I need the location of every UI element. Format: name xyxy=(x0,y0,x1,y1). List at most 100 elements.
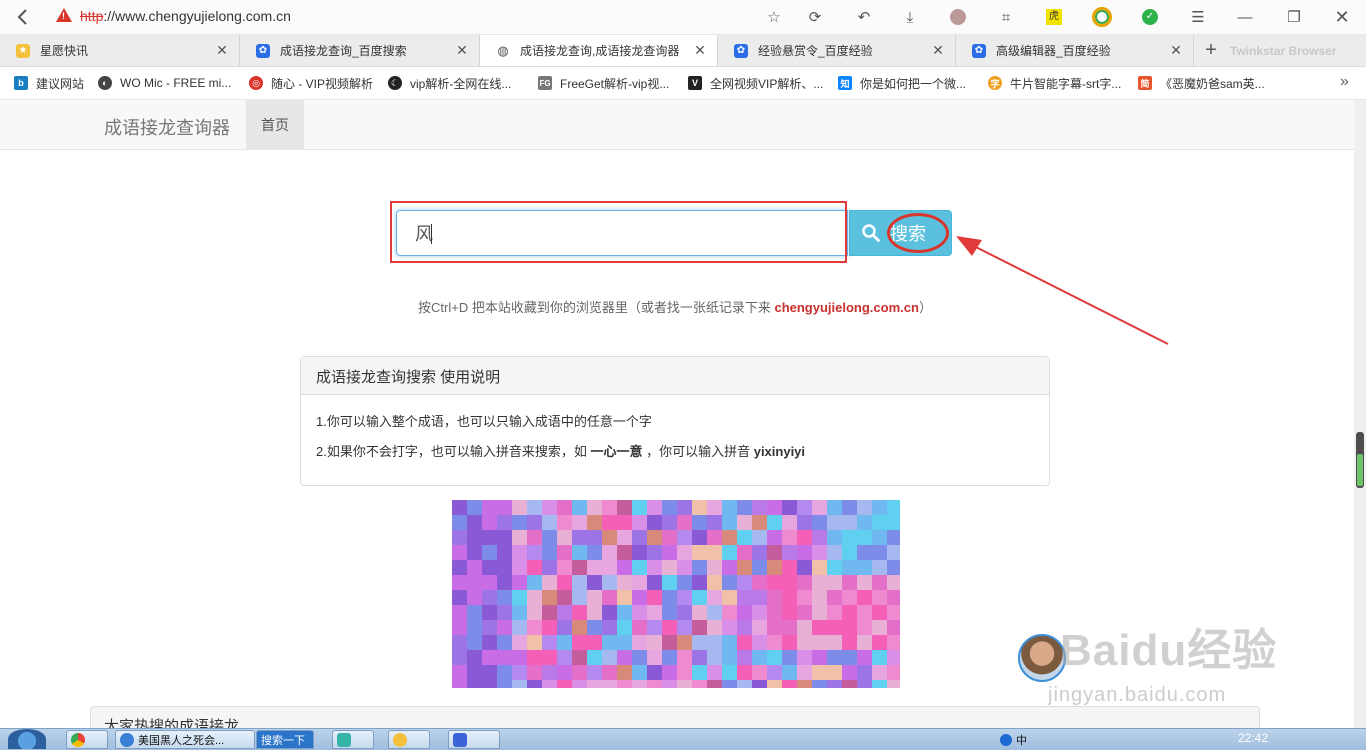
mosaic-cell xyxy=(662,680,677,688)
mosaic-cell xyxy=(662,545,677,560)
mosaic-cell xyxy=(692,605,707,620)
mosaic-cell xyxy=(692,620,707,635)
close-tab-icon[interactable]: ✕ xyxy=(455,42,469,59)
annotation-arrow-icon xyxy=(956,236,1169,345)
mosaic-cell xyxy=(737,605,752,620)
bookmark-4[interactable]: FG FreeGet解析-vip视... xyxy=(538,75,669,91)
star-icon[interactable]: ☆ xyxy=(762,6,786,28)
start-button-icon[interactable] xyxy=(8,729,46,749)
close-tab-icon[interactable]: ✕ xyxy=(931,42,945,59)
tab-1[interactable]: ✿ 成语接龙查询_百度搜索 ✕ xyxy=(240,35,480,66)
mosaic-cell xyxy=(602,665,617,680)
refresh-icon[interactable]: ⟳ xyxy=(803,6,827,28)
taskbar-item-1[interactable]: 搜索一下 xyxy=(256,730,314,749)
mosaic-cell xyxy=(632,500,647,515)
bookmarks-more-icon[interactable]: » xyxy=(1340,73,1349,91)
new-tab-plus-icon[interactable]: + xyxy=(1200,35,1222,66)
bookmark-1[interactable]: ◐ WO Mic - FREE mi... xyxy=(98,75,231,91)
scrollbar-grip xyxy=(1357,454,1363,486)
mosaic-cell xyxy=(482,650,497,665)
mosaic-cell xyxy=(602,530,617,545)
ime-indicator[interactable]: 中 xyxy=(1016,732,1027,748)
taskbar-app-star[interactable] xyxy=(388,730,430,749)
mosaic-cell xyxy=(587,530,602,545)
bookmark-0[interactable]: b 建议网站 xyxy=(14,75,84,91)
mosaic-cell xyxy=(452,620,467,635)
mosaic-cell xyxy=(797,515,812,530)
address-bar[interactable]: http://www.chengyujielong.com.cn xyxy=(80,8,291,24)
mosaic-cell xyxy=(527,590,542,605)
clock[interactable]: 22:42 xyxy=(1238,731,1268,745)
mosaic-cell xyxy=(857,590,872,605)
pixelated-ad-image[interactable] xyxy=(452,500,900,688)
bookmark-5[interactable]: V 全网视频VIP解析、... xyxy=(688,75,823,91)
bookmark-2[interactable]: ◎ 随心 - VIP视频解析 xyxy=(249,75,373,91)
jianshu-icon: 简 xyxy=(1138,76,1152,90)
mosaic-cell xyxy=(722,605,737,620)
minimize-icon[interactable]: — xyxy=(1233,6,1257,28)
mosaic-cell xyxy=(842,515,857,530)
mosaic-cell xyxy=(452,560,467,575)
tiger-extension-icon[interactable]: 虎 xyxy=(1042,6,1066,28)
mosaic-cell xyxy=(887,680,900,688)
mosaic-cell xyxy=(542,680,557,688)
bookmark-3[interactable]: ☾ vip解析-全网在线... xyxy=(388,75,511,91)
taskbar-item-0[interactable]: 美国黑人之死会... xyxy=(115,730,255,749)
crop-icon[interactable]: ⌗ xyxy=(994,6,1018,28)
menu-icon[interactable]: ☰ xyxy=(1186,6,1210,28)
bookmark-label: 你是如何把一个微... xyxy=(860,76,967,91)
bookmark-label: vip解析-全网在线... xyxy=(410,76,512,91)
mosaic-cell xyxy=(797,530,812,545)
mosaic-cell xyxy=(482,605,497,620)
mosaic-cell xyxy=(737,620,752,635)
mosaic-cell xyxy=(482,515,497,530)
download-icon[interactable]: ⤓ xyxy=(898,6,922,28)
extension-avatar-icon[interactable] xyxy=(946,6,970,28)
mosaic-cell xyxy=(512,545,527,560)
mosaic-cell xyxy=(602,680,617,688)
tab-3[interactable]: ✿ 经验悬赏令_百度经验 ✕ xyxy=(718,35,956,66)
bookmark-8[interactable]: 简《恶魔奶爸sam英... xyxy=(1138,75,1265,91)
taskbar-app-vx[interactable] xyxy=(448,730,500,749)
restore-icon[interactable]: ❐ xyxy=(1282,6,1306,28)
page-scrollbar[interactable] xyxy=(1354,100,1366,728)
mosaic-cell xyxy=(737,560,752,575)
chrome-extension-icon[interactable] xyxy=(1090,6,1114,28)
tab-4[interactable]: ✿ 高级编辑器_百度经验 ✕ xyxy=(956,35,1194,66)
mosaic-cell xyxy=(557,545,572,560)
bookmark-7[interactable]: 字牛片智能字幕-srt字... xyxy=(988,75,1121,91)
mosaic-cell xyxy=(452,665,467,680)
mosaic-cell xyxy=(722,620,737,635)
undo-icon[interactable]: ↶ xyxy=(852,6,876,28)
close-tab-icon[interactable]: ✕ xyxy=(1169,42,1183,59)
mosaic-cell xyxy=(872,665,887,680)
back-button[interactable] xyxy=(10,6,36,28)
mosaic-cell xyxy=(857,680,872,688)
mosaic-cell xyxy=(587,635,602,650)
tab-0[interactable]: ★ 星愿快讯 ✕ xyxy=(0,35,240,66)
bookmark-6[interactable]: 知你是如何把一个微... xyxy=(838,75,966,91)
suixin-icon: ◎ xyxy=(249,76,263,90)
browser-icon xyxy=(120,732,134,747)
mosaic-cell xyxy=(827,545,842,560)
mosaic-cell xyxy=(557,560,572,575)
tip-suffix: ） xyxy=(918,300,932,315)
mosaic-cell xyxy=(692,575,707,590)
mosaic-cell xyxy=(857,545,872,560)
nav-home-link[interactable]: 首页 xyxy=(246,100,304,149)
mosaic-cell xyxy=(722,530,737,545)
site-brand[interactable]: 成语接龙查询器 xyxy=(104,114,230,140)
mosaic-cell xyxy=(827,680,842,688)
taskbar-app-chrome[interactable] xyxy=(66,730,108,749)
mosaic-cell xyxy=(452,590,467,605)
taskbar-app-n[interactable] xyxy=(332,730,374,749)
author-avatar[interactable] xyxy=(1018,634,1066,682)
close-window-icon[interactable]: ✕ xyxy=(1330,6,1354,28)
mosaic-cell xyxy=(857,500,872,515)
tab-2[interactable]: ◍ 成语接龙查询,成语接龙查询器 ✕ xyxy=(480,35,718,66)
mosaic-cell xyxy=(767,575,782,590)
mosaic-cell xyxy=(617,620,632,635)
close-tab-icon[interactable]: ✕ xyxy=(693,42,707,59)
close-tab-icon[interactable]: ✕ xyxy=(215,42,229,59)
check-extension-icon[interactable]: ✓ xyxy=(1138,6,1162,28)
